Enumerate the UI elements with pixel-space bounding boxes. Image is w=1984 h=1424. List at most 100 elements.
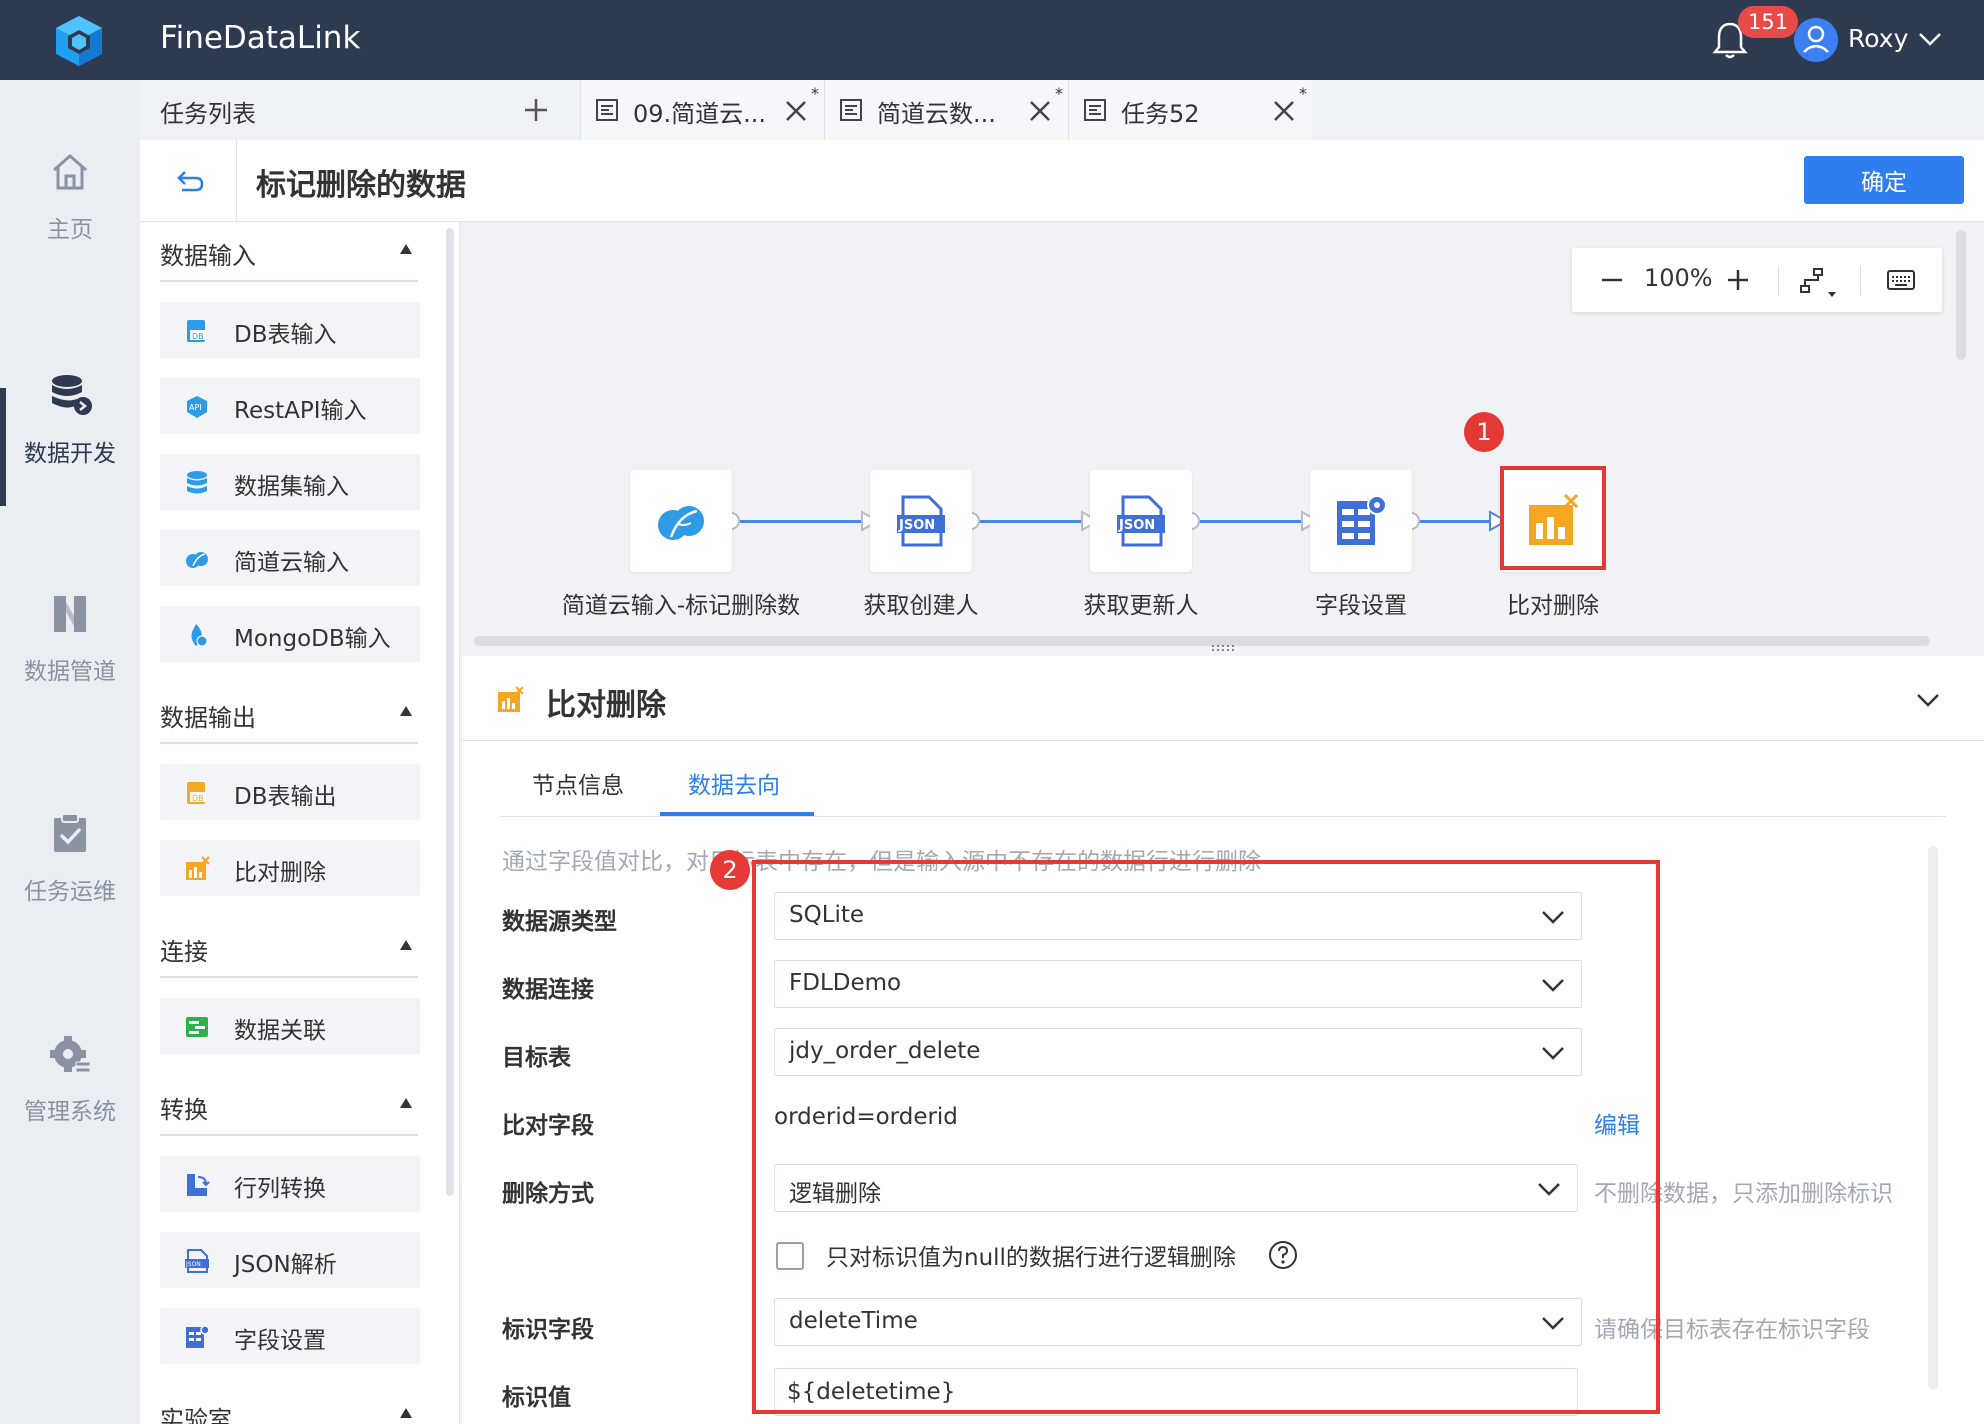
flow-node-jiandaoyun-input[interactable] bbox=[630, 470, 732, 572]
annotation-marker: 2 bbox=[710, 850, 750, 890]
tab-title: 任务52 bbox=[1121, 100, 1200, 128]
component-label: JSON解析 bbox=[234, 1252, 337, 1278]
notification-badge[interactable]: 151 bbox=[1738, 6, 1799, 38]
flow-node-get-creator[interactable]: JSON bbox=[870, 470, 972, 572]
task-tab[interactable]: 任务52 * bbox=[1068, 80, 1312, 140]
auto-layout-icon[interactable] bbox=[1798, 266, 1838, 300]
nav-item-home[interactable]: 主页 bbox=[0, 150, 140, 290]
flow-node-label: 获取创建人 bbox=[863, 593, 979, 619]
component-json-parse[interactable]: JSON JSON解析 bbox=[160, 1232, 420, 1288]
component-db-output[interactable]: DB DB表输出 bbox=[160, 764, 420, 820]
svg-text:API: API bbox=[189, 403, 202, 412]
chevron-down-icon[interactable] bbox=[1916, 26, 1944, 52]
settings-gear-icon bbox=[50, 1036, 91, 1073]
pipeline-icon bbox=[54, 596, 86, 632]
nav-label: 管理系统 bbox=[24, 1099, 116, 1125]
flow-edge[interactable] bbox=[740, 520, 864, 523]
component-label: RestAPI输入 bbox=[234, 398, 367, 424]
component-restapi-input[interactable]: API RestAPI输入 bbox=[160, 378, 420, 434]
clipboard-check-icon bbox=[54, 813, 86, 852]
db-table-output-icon: DB bbox=[187, 782, 206, 804]
close-icon[interactable] bbox=[783, 98, 809, 124]
confirm-button[interactable]: 确定 bbox=[1804, 156, 1964, 204]
component-db-input[interactable]: DB DB表输入 bbox=[160, 302, 420, 358]
section-label: 转换 bbox=[160, 1096, 208, 1124]
component-label: 字段设置 bbox=[234, 1328, 326, 1354]
tab-modified-mark: * bbox=[1055, 84, 1063, 103]
detail-panel-scrollbar[interactable] bbox=[1928, 846, 1938, 1390]
nav-item-admin[interactable]: 管理系统 bbox=[0, 1032, 140, 1172]
user-name[interactable]: Roxy bbox=[1848, 24, 1908, 53]
tab-node-info[interactable]: 节点信息 bbox=[532, 766, 624, 800]
task-file-icon bbox=[1084, 99, 1106, 121]
label-connection: 数据连接 bbox=[502, 977, 594, 1003]
keyboard-icon[interactable] bbox=[1886, 268, 1916, 292]
flow-node-label: 比对删除 bbox=[1507, 593, 1599, 619]
collapse-caret-icon[interactable] bbox=[400, 1098, 412, 1108]
compare-delete-icon bbox=[498, 686, 524, 712]
nav-item-ops[interactable]: 任务运维 bbox=[0, 812, 140, 952]
flow-edge[interactable] bbox=[978, 520, 1084, 523]
collapse-caret-icon[interactable] bbox=[400, 940, 412, 950]
task-tab[interactable]: 简道云数... * bbox=[824, 80, 1068, 140]
component-dataset-input[interactable]: 数据集输入 bbox=[160, 454, 420, 510]
label-target-table: 目标表 bbox=[502, 1045, 571, 1071]
chevron-down-icon[interactable] bbox=[1914, 686, 1942, 714]
restapi-input-icon: API bbox=[187, 396, 207, 418]
section-data-output[interactable]: 数据输出 bbox=[160, 684, 418, 744]
component-data-join[interactable]: 数据关联 bbox=[160, 998, 420, 1054]
back-arrow-icon[interactable] bbox=[172, 164, 206, 198]
highlight-box-node bbox=[1500, 466, 1606, 570]
collapse-caret-icon[interactable] bbox=[400, 706, 412, 716]
close-icon[interactable] bbox=[1027, 98, 1053, 124]
flow-edge[interactable] bbox=[1198, 520, 1304, 523]
nav-item-data-dev[interactable]: 数据开发 bbox=[0, 372, 140, 512]
component-jiandaoyun-input[interactable]: 简道云输入 bbox=[160, 530, 420, 586]
section-label: 数据输出 bbox=[160, 704, 256, 732]
section-label: 数据输入 bbox=[160, 242, 256, 270]
section-transform[interactable]: 转换 bbox=[160, 1076, 418, 1136]
toolbar-divider bbox=[1778, 266, 1779, 296]
canvas-vertical-scrollbar[interactable] bbox=[1956, 230, 1966, 360]
json-icon-text: JSON bbox=[898, 518, 935, 533]
collapse-caret-icon[interactable] bbox=[400, 244, 412, 254]
section-data-input[interactable]: 数据输入 bbox=[160, 222, 418, 282]
label-compare-field: 比对字段 bbox=[502, 1113, 594, 1139]
annotation-marker: 1 bbox=[1464, 412, 1504, 452]
zoom-in-icon[interactable] bbox=[1724, 266, 1752, 294]
section-join[interactable]: 连接 bbox=[160, 918, 418, 978]
component-row-column-transform[interactable]: 行列转换 bbox=[160, 1156, 420, 1212]
user-avatar-icon[interactable] bbox=[1794, 18, 1838, 62]
component-label: DB表输入 bbox=[234, 322, 337, 348]
panel-resize-handle[interactable] bbox=[1210, 644, 1236, 652]
field-settings-icon bbox=[186, 1325, 210, 1348]
component-panel-scrollbar[interactable] bbox=[446, 228, 454, 1196]
svg-text:DB: DB bbox=[192, 794, 204, 803]
section-lab[interactable]: 实验室 bbox=[160, 1386, 418, 1424]
section-label: 实验室 bbox=[160, 1406, 232, 1424]
dataset-input-icon bbox=[187, 471, 207, 494]
task-list-label[interactable]: 任务列表 bbox=[160, 94, 256, 129]
cube-logo-icon[interactable] bbox=[52, 14, 106, 68]
zoom-out-icon[interactable] bbox=[1598, 266, 1626, 294]
nav-label: 主页 bbox=[47, 217, 93, 243]
flow-node-get-updater[interactable]: JSON bbox=[1090, 470, 1192, 572]
task-tab[interactable]: 09.简道云... * bbox=[580, 80, 824, 140]
canvas-horizontal-scrollbar[interactable] bbox=[474, 636, 1930, 646]
db-table-input-icon: DB bbox=[187, 320, 206, 342]
collapse-caret-icon[interactable] bbox=[400, 1408, 412, 1418]
label-flag-field: 标识字段 bbox=[502, 1317, 594, 1343]
add-task-plus-icon[interactable] bbox=[522, 96, 550, 124]
component-mongodb-input[interactable]: MongoDB输入 bbox=[160, 606, 420, 662]
flow-node-field-settings[interactable] bbox=[1310, 470, 1412, 572]
component-field-settings[interactable]: 字段设置 bbox=[160, 1308, 420, 1364]
flow-edge[interactable] bbox=[1418, 520, 1492, 523]
tab-data-direction[interactable]: 数据去向 bbox=[688, 766, 780, 800]
field-settings-icon bbox=[1337, 495, 1387, 545]
nav-label: 数据开发 bbox=[24, 441, 116, 467]
nav-item-pipeline[interactable]: 数据管道 bbox=[0, 592, 140, 732]
component-compare-delete[interactable]: 比对删除 bbox=[160, 840, 420, 896]
compare-delete-icon bbox=[186, 856, 210, 880]
tab-title: 09.简道云... bbox=[633, 100, 767, 128]
close-icon[interactable] bbox=[1271, 98, 1297, 124]
